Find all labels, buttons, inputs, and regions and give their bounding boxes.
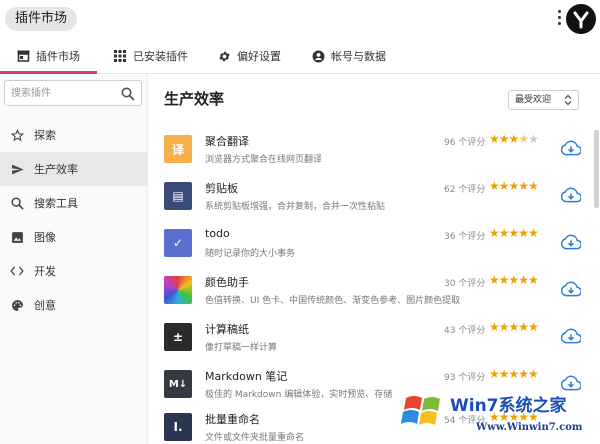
- plugin-name: Markdown 笔记: [205, 370, 288, 383]
- plugin-name: 聚合翻译: [205, 135, 249, 148]
- sidebar-item-label: 生产效率: [34, 163, 78, 176]
- tab-account-data[interactable]: 帐号与数据: [311, 38, 386, 74]
- plugin-icon: 译: [164, 135, 192, 163]
- plugin-description: 文件或文件夹批量重命名: [205, 433, 305, 443]
- search-icon: [10, 196, 24, 210]
- plugin-name: 颜色助手: [205, 276, 249, 289]
- plugin-icon: ▤: [164, 182, 192, 210]
- plugin-icon-glyph: M↓: [168, 378, 188, 390]
- plugin-icon-glyph: ✓: [172, 236, 184, 250]
- tab-label: 已安装插件: [133, 50, 188, 63]
- app-title: 插件市场: [5, 7, 78, 31]
- plugin-icon-glyph: ±: [172, 330, 184, 344]
- search-box: [4, 80, 142, 106]
- cloud-download-icon[interactable]: [560, 328, 582, 344]
- tab-plugin-market[interactable]: 插件市场: [16, 38, 80, 74]
- account-icon: [311, 49, 325, 63]
- image-icon: [10, 230, 24, 244]
- plugin-icon-glyph: 译: [171, 142, 184, 157]
- star-outline-icon: [10, 128, 24, 142]
- tab-preferences[interactable]: 偏好设置: [217, 38, 281, 74]
- watermark-url: Www.Winwin7.com: [476, 422, 583, 433]
- plugin-icon-glyph: I.: [173, 420, 183, 434]
- plugin-item[interactable]: ▤ 剪贴板 系统剪贴板增强，合并复制，合并一次性粘贴 62 个评分 ★★★★★: [164, 177, 584, 223]
- plugin-description: 极佳的 Markdown 编辑体验，实时预览、存储: [205, 390, 393, 400]
- plugin-name: 计算稿纸: [205, 323, 249, 336]
- plugin-description: 随时记录你的大小事务: [205, 249, 296, 259]
- plugin-name: todo: [205, 227, 230, 240]
- rating-count: 36 个评分: [444, 232, 486, 242]
- plugin-name: 批量重命名: [205, 413, 260, 426]
- store-icon: [16, 49, 30, 63]
- plugin-icon: M↓: [164, 370, 192, 398]
- unfold-icon: [564, 94, 572, 106]
- rating-count: 43 个评分: [444, 326, 486, 336]
- app-window: 插件市场 插件市场 已安装插件 偏好设置 帐号与数据 搜索插件 探索 生产效率 …: [0, 0, 600, 444]
- search-icon[interactable]: [121, 86, 135, 101]
- sidebar-item-label: 开发: [34, 265, 56, 278]
- plugin-description: 像打草稿一样计算: [205, 343, 278, 353]
- star-rating: ★★★★★: [489, 273, 539, 287]
- tab-label: 插件市场: [36, 50, 80, 63]
- section-title: 生产效率: [164, 90, 225, 108]
- sidebar-item-productivity[interactable]: 生产效率: [0, 152, 148, 186]
- plugin-description: 浏览器方式聚合在线网页翻译: [205, 155, 323, 165]
- gear-icon: [217, 49, 231, 63]
- plugin-icon: ±: [164, 323, 192, 351]
- cloud-download-icon[interactable]: [560, 234, 582, 250]
- more-menu-icon[interactable]: [556, 10, 562, 28]
- rating-count: 96 个评分: [444, 138, 486, 148]
- plugin-item[interactable]: 译 聚合翻译 浏览器方式聚合在线网页翻译 96 个评分 ★★★★★: [164, 130, 584, 176]
- plugin-name: 剪贴板: [205, 182, 238, 195]
- cloud-download-icon[interactable]: [560, 140, 582, 156]
- sidebar-item-label: 图像: [34, 231, 56, 244]
- star-rating: ★★★★★: [489, 367, 539, 381]
- sort-select[interactable]: 最受欢迎: [508, 90, 579, 110]
- scrollbar[interactable]: [594, 130, 599, 208]
- plugin-description: 色值转换、UI 色卡、中国传统颜色、渐变色参考、图片颜色提取: [205, 296, 461, 306]
- star-rating: ★★★★★: [489, 179, 539, 193]
- sort-label: 最受欢迎: [515, 95, 552, 105]
- tab-installed[interactable]: 已安装插件: [113, 38, 188, 74]
- star-rating: ★★★★★: [489, 320, 539, 334]
- send-icon: [10, 162, 24, 176]
- sidebar-item-label: 探索: [34, 129, 56, 142]
- sidebar-item-explore[interactable]: 探索: [0, 118, 148, 152]
- grid-icon: [113, 49, 127, 63]
- tab-label: 帐号与数据: [331, 50, 386, 63]
- plugin-item[interactable]: ± 计算稿纸 像打草稿一样计算 43 个评分 ★★★★★: [164, 318, 584, 364]
- plugin-description: 系统剪贴板增强，合并复制，合并一次性粘贴: [205, 202, 386, 212]
- sidebar-item-search-tools[interactable]: 搜索工具: [0, 186, 148, 220]
- plugin-item[interactable]: 颜色助手 色值转换、UI 色卡、中国传统颜色、渐变色参考、图片颜色提取 30 个…: [164, 271, 584, 317]
- sidebar-item-creative[interactable]: 创意: [0, 288, 148, 322]
- sidebar-item-development[interactable]: 开发: [0, 254, 148, 288]
- sidebar-item-label: 搜索工具: [34, 197, 78, 210]
- watermark: Win7系统之家 Www.Winwin7.com: [398, 388, 600, 444]
- sidebar-item-label: 创意: [34, 299, 56, 312]
- plugin-icon-glyph: ▤: [172, 189, 184, 203]
- tab-bar: 插件市场 已安装插件 偏好设置 帐号与数据: [0, 38, 600, 74]
- palette-icon: [10, 298, 24, 312]
- app-logo-icon[interactable]: [566, 4, 596, 34]
- rating-count: 62 个评分: [444, 185, 486, 195]
- plugin-icon: I.: [164, 413, 192, 441]
- watermark-brand: Win7系统之家: [450, 396, 567, 416]
- plugin-item[interactable]: ✓ todo 随时记录你的大小事务 36 个评分 ★★★★★: [164, 224, 584, 270]
- rating-count: 93 个评分: [444, 373, 486, 383]
- plugin-icon: ✓: [164, 229, 192, 257]
- cloud-download-icon[interactable]: [560, 187, 582, 203]
- sidebar-item-images[interactable]: 图像: [0, 220, 148, 254]
- title-bar: 插件市场: [0, 0, 600, 38]
- star-rating: ★★★★★: [489, 226, 539, 240]
- plugin-icon: [164, 276, 192, 304]
- windows-flag-icon: [400, 390, 450, 434]
- code-icon: [10, 264, 24, 278]
- sidebar: 探索 生产效率 搜索工具 图像 开发: [0, 74, 148, 444]
- star-rating: ★★★★★: [489, 132, 539, 146]
- cloud-download-icon[interactable]: [560, 281, 582, 297]
- rating-count: 30 个评分: [444, 279, 486, 289]
- search-input[interactable]: [11, 85, 117, 101]
- tab-label: 偏好设置: [237, 50, 281, 63]
